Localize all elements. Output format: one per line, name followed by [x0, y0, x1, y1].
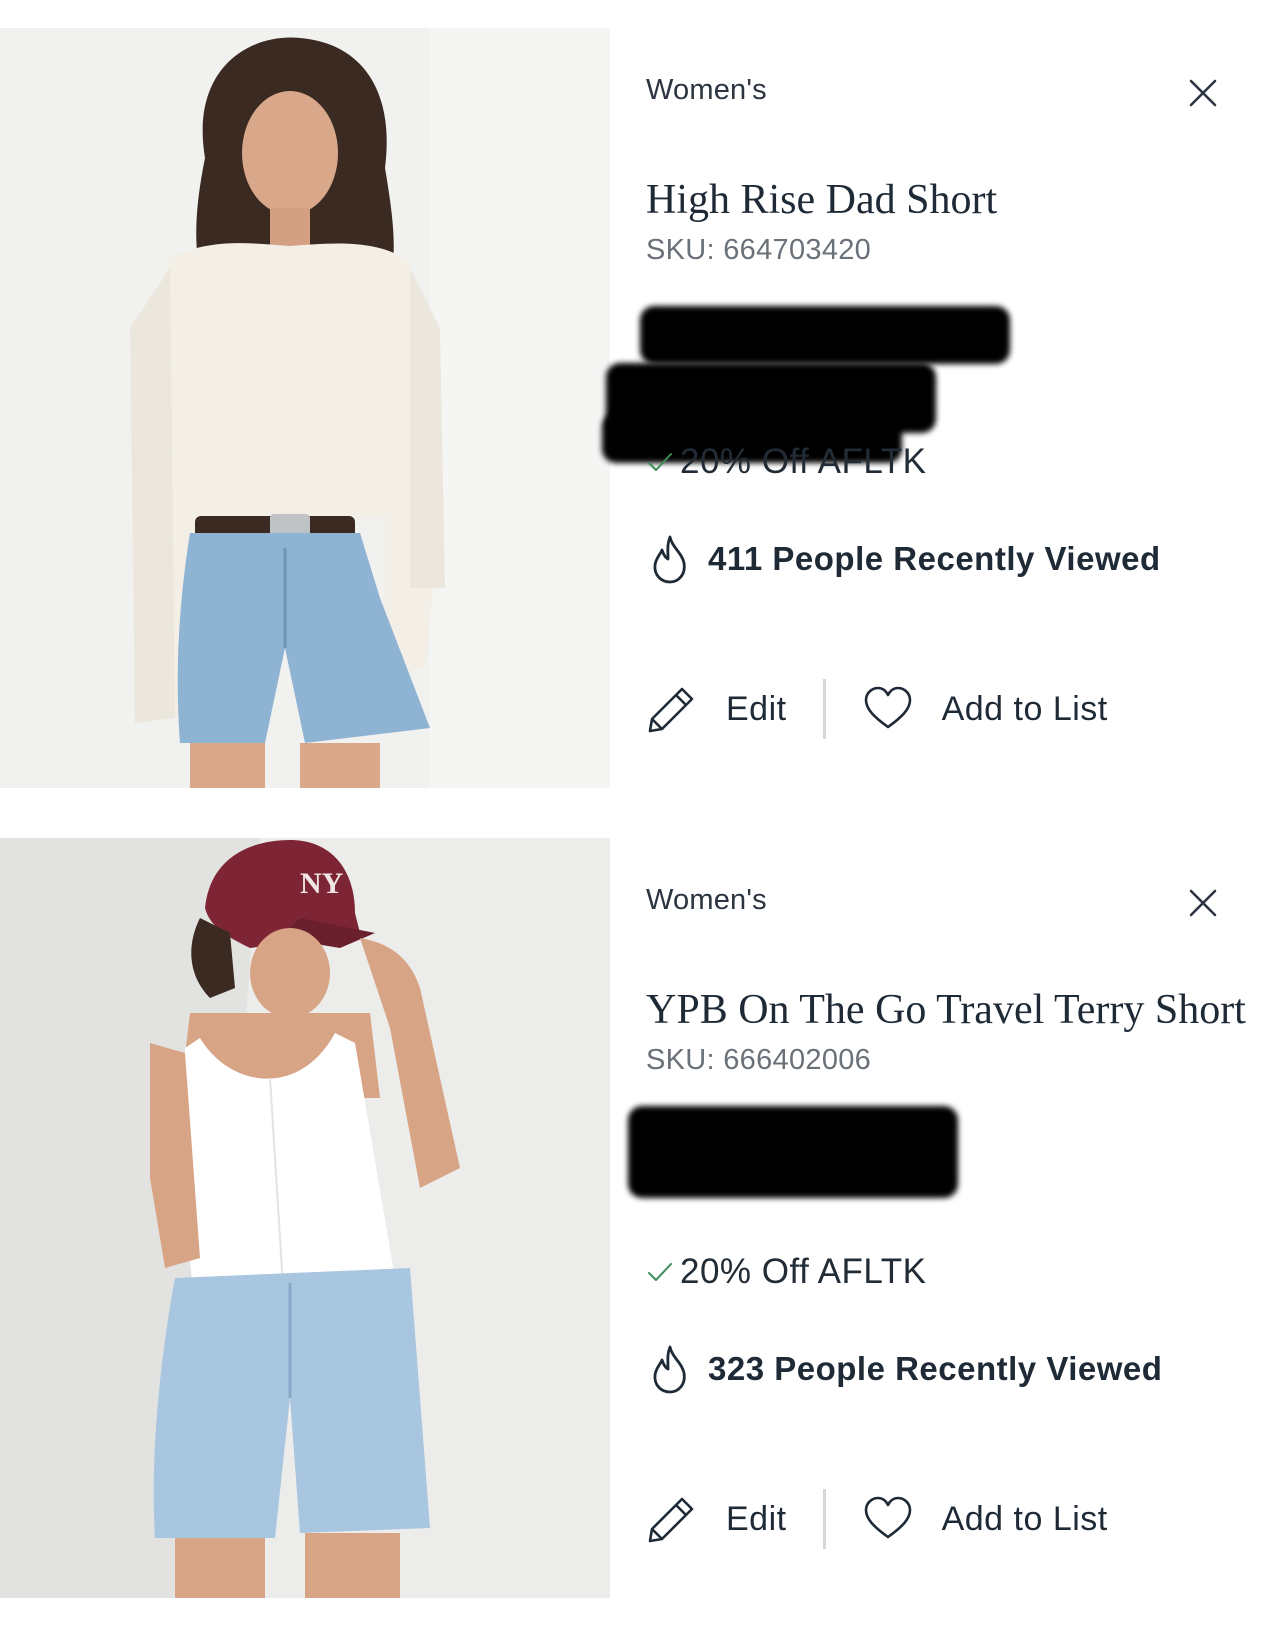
remove-item-button[interactable]: [1186, 886, 1220, 920]
pencil-icon: [648, 1497, 694, 1543]
add-to-list-label: Add to List: [941, 1499, 1108, 1538]
edit-button[interactable]: Edit: [646, 683, 787, 735]
product-category: Women's: [646, 884, 767, 916]
product-card: Women's High Rise Dad Short SKU: 6647034…: [0, 28, 1273, 788]
heart-icon: [864, 1496, 911, 1539]
product-details: Women's YPB On The Go Travel Terry Short…: [628, 838, 1256, 1598]
product-photo-illustration: [0, 28, 610, 788]
product-image[interactable]: [0, 28, 610, 788]
recently-viewed-text: 323 People Recently Viewed: [708, 1350, 1163, 1387]
redaction-mark: [628, 1106, 958, 1198]
action-divider: [822, 1489, 826, 1549]
svg-text:NY: NY: [300, 867, 344, 900]
flame-icon: [653, 1345, 686, 1394]
recently-viewed: 411 People Recently Viewed: [646, 533, 1161, 585]
product-category: Women's: [646, 74, 767, 106]
add-to-list-button[interactable]: Add to List: [862, 683, 1108, 735]
product-sku: SKU: 666402006: [646, 1044, 872, 1076]
product-image[interactable]: NY: [0, 838, 610, 1598]
check-icon: [648, 453, 672, 471]
promo-line: 20% Off AFLTK: [646, 442, 926, 482]
product-sku: SKU: 664703420: [646, 234, 872, 266]
product-title[interactable]: High Rise Dad Short: [646, 176, 997, 224]
check-icon: [648, 1263, 672, 1281]
promo-line: 20% Off AFLTK: [646, 1252, 926, 1292]
edit-button[interactable]: Edit: [646, 1493, 787, 1545]
add-to-list-button[interactable]: Add to List: [862, 1493, 1108, 1545]
product-card: NY Women's YPB On The Go Travel Terry Sh…: [0, 838, 1273, 1598]
flame-icon: [653, 535, 686, 584]
close-icon[interactable]: [1186, 76, 1220, 110]
product-title[interactable]: YPB On The Go Travel Terry Short: [646, 986, 1246, 1034]
pencil-icon: [648, 687, 694, 733]
product-details: Women's High Rise Dad Short SKU: 6647034…: [602, 28, 1256, 788]
action-divider: [822, 679, 826, 739]
heart-icon: [864, 686, 911, 729]
product-photo-illustration: NY: [0, 838, 610, 1598]
remove-item-button[interactable]: [1186, 76, 1220, 110]
item-actions: Edit Add to List: [646, 1488, 1108, 1550]
promo-text: 20% Off AFLTK: [680, 442, 927, 481]
item-actions: Edit Add to List: [646, 678, 1108, 740]
edit-label: Edit: [726, 1499, 787, 1538]
close-icon[interactable]: [1186, 886, 1220, 920]
add-to-list-label: Add to List: [941, 689, 1108, 728]
redaction-mark: [640, 306, 1010, 364]
promo-text: 20% Off AFLTK: [680, 1252, 927, 1291]
recently-viewed: 323 People Recently Viewed: [646, 1343, 1162, 1395]
recently-viewed-text: 411 People Recently Viewed: [708, 540, 1161, 577]
edit-label: Edit: [726, 689, 787, 728]
